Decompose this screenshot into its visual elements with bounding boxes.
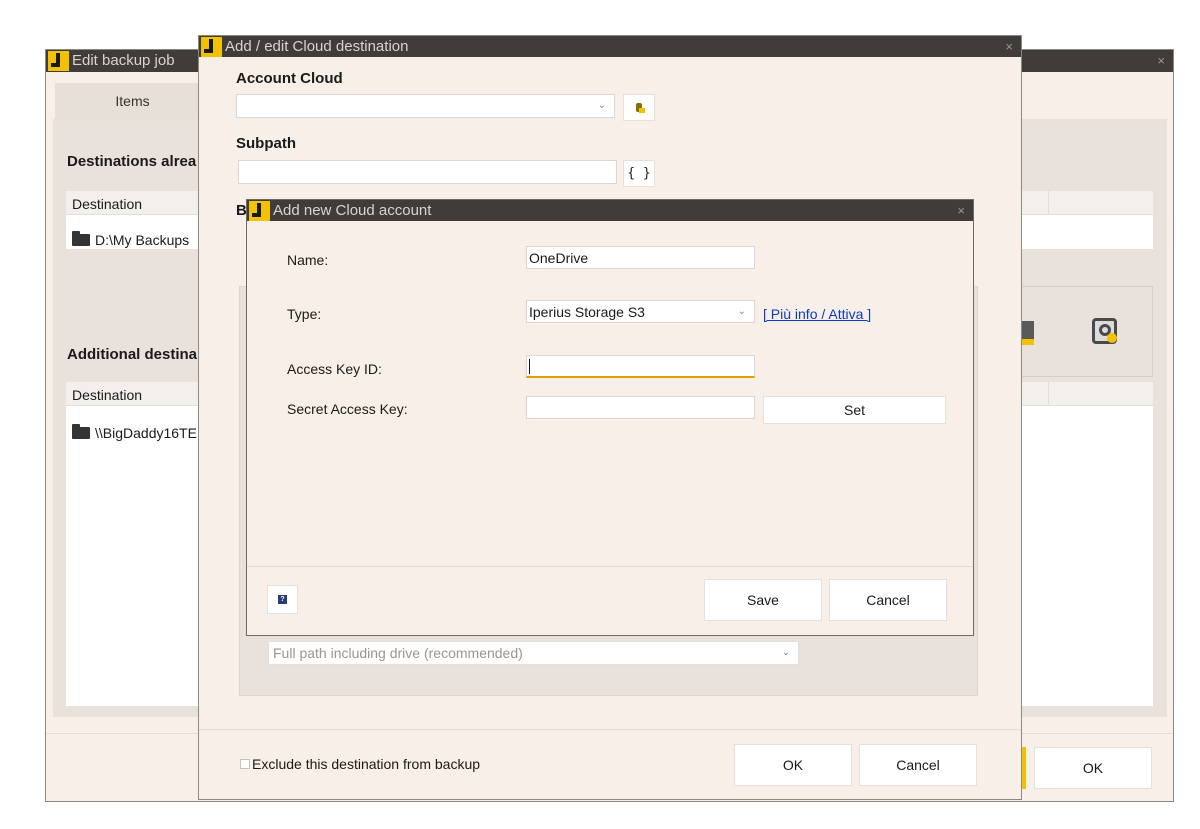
- tab-items[interactable]: Items: [55, 83, 210, 119]
- set-button[interactable]: Set: [763, 396, 946, 424]
- add-network-destination-icon[interactable]: [1022, 321, 1034, 345]
- account-cloud-select[interactable]: ⌄: [236, 94, 615, 118]
- cancel-button-label: Cancel: [896, 757, 940, 773]
- exclude-destination-label: Exclude this destination from backup: [252, 756, 481, 772]
- add-cloud-account-titlebar: Add new Cloud account ×: [247, 200, 973, 221]
- close-icon[interactable]: ×: [1157, 50, 1165, 72]
- access-key-input[interactable]: [526, 355, 755, 378]
- iperius-logo-icon: [249, 201, 270, 221]
- folder-icon: [72, 424, 90, 439]
- iperius-logo-icon: [48, 51, 69, 71]
- window-title: Edit backup job: [72, 52, 175, 69]
- add-disk-destination-icon[interactable]: [1092, 318, 1117, 344]
- close-icon[interactable]: ×: [957, 200, 965, 222]
- cancel-button-label: Cancel: [866, 592, 910, 608]
- cloud-destination-titlebar: Add / edit Cloud destination ×: [199, 36, 1021, 57]
- account-cloud-label: Account Cloud: [236, 70, 343, 87]
- secret-key-input[interactable]: [526, 396, 755, 419]
- help-icon: ?: [278, 595, 287, 604]
- type-label: Type:: [287, 306, 322, 322]
- name-input[interactable]: OneDrive: [526, 246, 755, 269]
- chevron-down-icon: ⌄: [737, 305, 746, 317]
- footer-divider: [199, 729, 1021, 730]
- table-row-destination: D:\My Backups: [95, 232, 190, 248]
- ok-button[interactable]: OK: [734, 744, 852, 786]
- account-key-badge-icon: [639, 108, 645, 113]
- cancel-button[interactable]: Cancel: [829, 579, 947, 621]
- braces-icon: { }: [627, 166, 651, 181]
- destinations-already-heading: Destinations alrea: [67, 153, 197, 170]
- column-destination[interactable]: Destination: [72, 387, 142, 403]
- chevron-down-icon: ⌄: [597, 99, 606, 111]
- folder-icon: [72, 231, 90, 246]
- close-icon[interactable]: ×: [1005, 36, 1013, 58]
- help-button[interactable]: ?: [267, 585, 298, 614]
- manage-accounts-button[interactable]: [623, 94, 655, 121]
- text-caret: [529, 359, 530, 374]
- column-divider: [1048, 191, 1049, 215]
- type-value: Iperius Storage S3: [529, 304, 645, 320]
- access-key-label: Access Key ID:: [287, 361, 382, 377]
- ok-button-label: OK: [1082, 760, 1104, 776]
- set-button-label: Set: [843, 402, 865, 418]
- ok-button-label: OK: [782, 757, 804, 773]
- chevron-down-icon: ⌄: [781, 646, 790, 658]
- more-info-link[interactable]: [ Più info / Attiva ]: [763, 306, 871, 322]
- checkbox-box: [240, 759, 250, 769]
- variables-button[interactable]: { }: [623, 160, 655, 187]
- column-divider: [1048, 382, 1049, 406]
- secret-key-label: Secret Access Key:: [287, 401, 408, 417]
- name-value: OneDrive: [529, 250, 589, 266]
- subpath-label: Subpath: [236, 135, 296, 152]
- save-button[interactable]: Save: [704, 579, 822, 621]
- cancel-button[interactable]: Cancel: [859, 744, 977, 786]
- ok-button[interactable]: OK: [1034, 747, 1152, 789]
- window-title: Add / edit Cloud destination: [225, 38, 409, 55]
- subpath-input[interactable]: [238, 160, 617, 184]
- name-label: Name:: [287, 252, 329, 268]
- add-cloud-account-dialog: Add new Cloud account × Name: OneDrive T…: [246, 199, 974, 636]
- tab-items-label: Items: [115, 93, 150, 109]
- exclude-destination-checkbox[interactable]: Exclude this destination from backup: [240, 756, 480, 772]
- type-select[interactable]: Iperius Storage S3 ⌄: [526, 300, 755, 323]
- iperius-logo-icon: [201, 37, 222, 57]
- path-mode-select[interactable]: Full path including drive (recommended) …: [268, 641, 799, 665]
- plus-badge-icon: [1107, 333, 1117, 343]
- dialog-footer-divider: [247, 566, 973, 567]
- additional-destinations-heading: Additional destina: [67, 346, 198, 363]
- table-row-destination: \\BigDaddy16TE: [95, 425, 197, 441]
- table-row[interactable]: \\BigDaddy16TE: [72, 424, 197, 441]
- table-row[interactable]: D:\My Backups: [72, 231, 190, 248]
- path-mode-value: Full path including drive (recommended): [273, 645, 523, 661]
- dialog-title: Add new Cloud account: [273, 202, 432, 219]
- save-button-label: Save: [747, 592, 779, 608]
- column-destination[interactable]: Destination: [72, 196, 142, 212]
